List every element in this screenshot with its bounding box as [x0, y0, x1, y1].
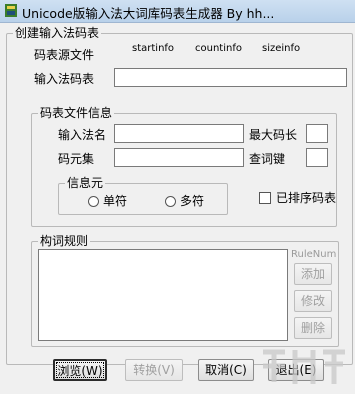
source-file-label: 码表源文件: [34, 48, 95, 62]
modify-rule-button[interactable]: 修改: [294, 290, 332, 312]
countinfo-label: countinfo: [195, 43, 242, 54]
output-table-input[interactable]: [114, 68, 347, 87]
convert-button[interactable]: 转换(V): [125, 359, 183, 381]
info-element-legend: 信息元: [65, 175, 106, 191]
window-title: Unicode版输入法大词库码表生成器 By hh...: [22, 6, 275, 21]
charset-label: 码元集: [58, 152, 95, 166]
charset-input[interactable]: [114, 148, 244, 167]
browse-button[interactable]: 浏览(W): [53, 359, 107, 381]
cancel-button[interactable]: 取消(C): [198, 359, 254, 381]
startinfo-label: startinfo: [132, 43, 175, 54]
output-table-label: 输入法码表: [34, 72, 95, 86]
ime-name-label: 输入法名: [58, 128, 107, 142]
rules-group-legend: 构词规则: [38, 233, 91, 249]
main-window: 创建输入法码表 码表源文件 startinfo countinfo sizein…: [0, 23, 355, 394]
max-code-length-label: 最大码长: [249, 128, 298, 142]
ime-name-input[interactable]: [114, 124, 244, 143]
title-bar: Unicode版输入法大词库码表生成器 By hh...: [0, 0, 355, 23]
create-group-legend: 创建输入法码表: [13, 25, 102, 41]
app-icon: [5, 4, 17, 17]
sorted-table-checkbox[interactable]: [259, 192, 271, 204]
info-group-legend: 码表文件信息: [38, 105, 115, 121]
single-symbol-radio[interactable]: [88, 196, 99, 207]
query-key-input[interactable]: [306, 148, 328, 167]
delete-rule-button[interactable]: 删除: [294, 317, 332, 339]
query-key-label: 查词键: [249, 152, 286, 166]
sorted-table-label[interactable]: 已排序码表: [276, 190, 336, 206]
multi-symbol-label[interactable]: 多符: [180, 193, 204, 209]
rules-list[interactable]: [38, 249, 288, 341]
watermark-logo: [263, 349, 345, 384]
sizeinfo-label: sizeinfo: [262, 43, 301, 54]
rulenum-label: RuleNum: [291, 249, 337, 260]
max-code-length-input[interactable]: [306, 124, 328, 143]
multi-symbol-radio[interactable]: [165, 196, 176, 207]
add-rule-button[interactable]: 添加: [294, 263, 332, 285]
single-symbol-label[interactable]: 单符: [103, 193, 127, 209]
